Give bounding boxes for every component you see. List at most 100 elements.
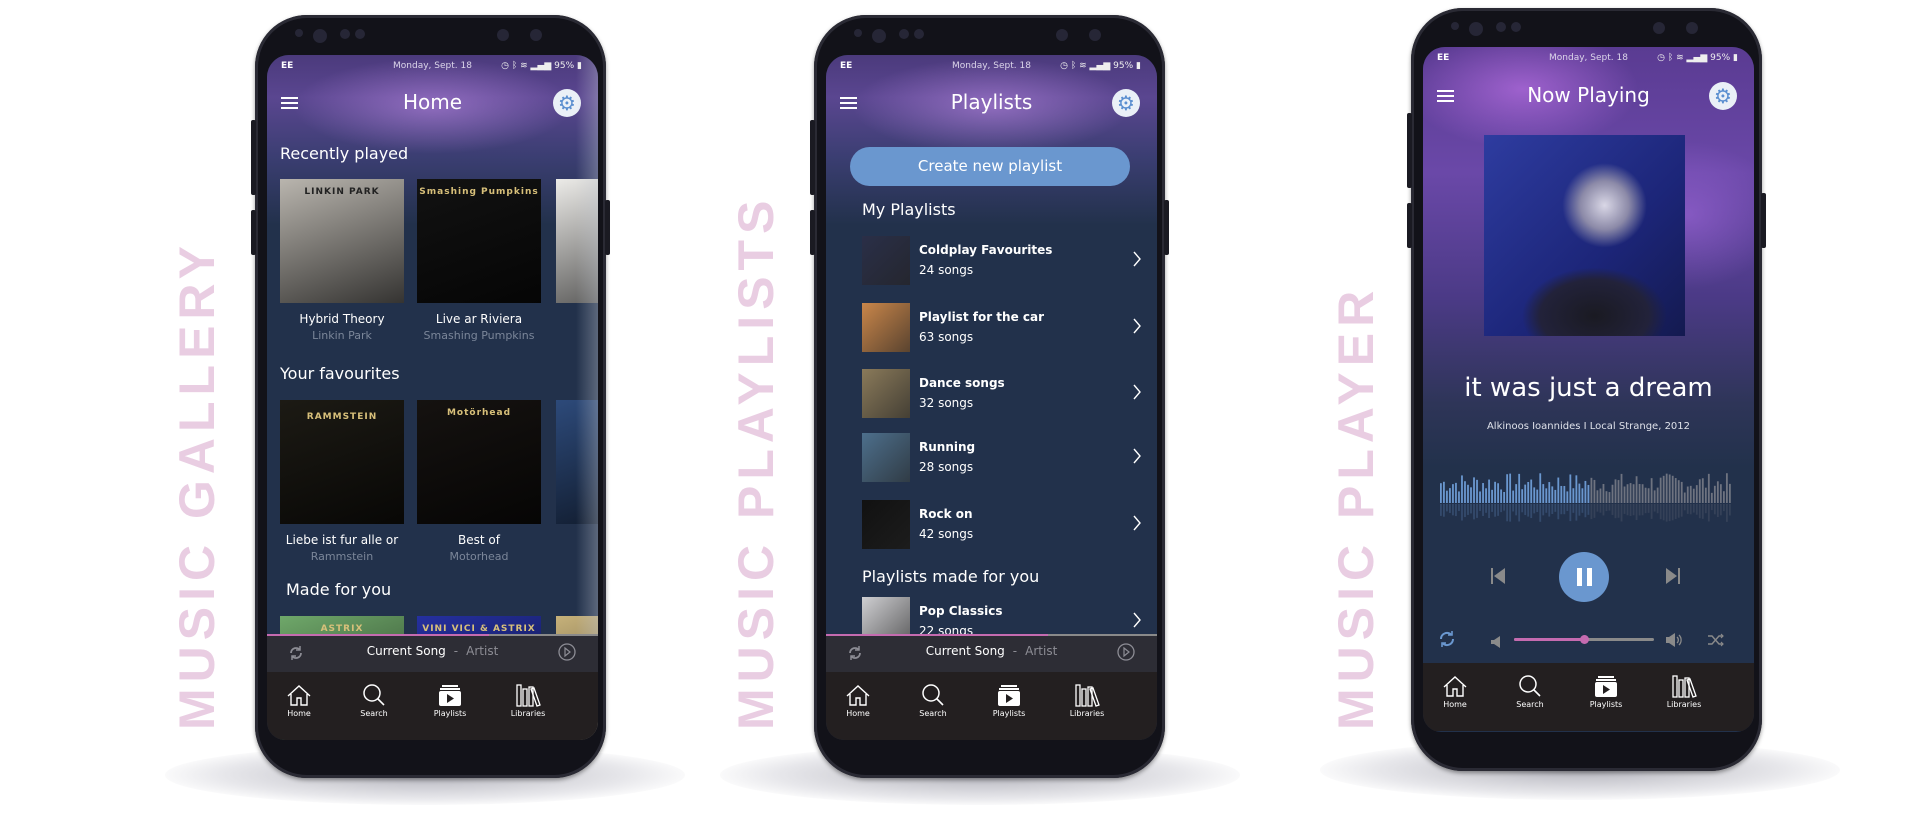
volume-mute-button[interactable] (1491, 633, 1501, 652)
volume-slider-handle[interactable] (1580, 635, 1589, 644)
waveform-reflection (1491, 504, 1493, 512)
sensor-dot (1056, 29, 1068, 41)
waveform-reflection (1527, 504, 1530, 517)
nav-search[interactable]: Search (1500, 673, 1560, 709)
waveform-reflection (1509, 504, 1512, 522)
wifi-icon: ≋ (520, 61, 531, 71)
nav-libraries[interactable]: Libraries (498, 682, 558, 718)
nav-libraries[interactable]: Libraries (1057, 682, 1117, 718)
album-cover[interactable]: RAMMSTEIN (280, 400, 404, 524)
volume-slider[interactable] (1514, 635, 1654, 644)
waveform-reflection (1710, 504, 1713, 511)
waveform-reflection (1725, 504, 1728, 522)
waveform-bar (1722, 491, 1725, 503)
waveform-bar-played (1554, 489, 1557, 503)
nav-search[interactable]: Search (344, 682, 404, 718)
playlist-item[interactable]: Dance songs 32 songs (862, 369, 1142, 418)
waveform-reflection (1719, 504, 1722, 516)
gear-icon: ⚙ (1714, 84, 1732, 108)
next-button[interactable] (1666, 568, 1680, 588)
sensor-dot (497, 29, 509, 41)
create-playlist-button[interactable]: Create new playlist (850, 147, 1130, 186)
waveform-bar (1641, 484, 1644, 503)
playlist-item[interactable]: Rock on 42 songs (862, 500, 1142, 549)
settings-button[interactable]: ⚙ (1112, 89, 1140, 117)
waveform-reflection (1536, 504, 1539, 513)
album-cover[interactable]: LINKIN PARK (280, 179, 404, 303)
waveform-bar-played (1464, 481, 1466, 503)
playlist-item[interactable]: Coldplay Favourites 24 songs (862, 236, 1142, 285)
playlist-item[interactable]: Playlist for the car 63 songs (862, 303, 1142, 352)
bluetooth-icon: ᛒ (1667, 53, 1677, 63)
chevron-right-button[interactable] (1132, 250, 1142, 272)
waveform-bar-played (1473, 477, 1475, 503)
mini-progress-bar[interactable] (267, 634, 598, 636)
waveform-reflection (1446, 504, 1448, 512)
chevron-right-button[interactable] (1132, 447, 1142, 469)
waveform-bar-played (1557, 477, 1560, 503)
playlist-thumbnail (862, 433, 910, 482)
nav-home[interactable]: Home (1425, 673, 1485, 709)
battery-icon: ▮ (1133, 61, 1141, 71)
waveform-reflection (1461, 504, 1463, 521)
waveform-bar-played (1443, 481, 1445, 503)
mini-now-playing[interactable]: Current Song - Artist (267, 644, 598, 658)
nav-playlists[interactable]: Playlists (1576, 673, 1636, 709)
waveform-reflection (1524, 504, 1527, 516)
waveform-reflection (1494, 504, 1496, 517)
chevron-right-button[interactable] (1132, 317, 1142, 339)
skip-previous-icon (1491, 568, 1505, 584)
album-title[interactable]: Hybrid Theory (272, 312, 412, 326)
chevron-right-button[interactable] (1132, 383, 1142, 405)
nav-home[interactable]: Home (828, 682, 888, 718)
album-cover[interactable]: Smashing Pumpkins (417, 179, 541, 303)
waveform-bar (1608, 492, 1611, 503)
waveform-reflection (1563, 504, 1566, 515)
sensor-dot (295, 29, 303, 37)
waveform-reflection (1638, 504, 1641, 516)
mini-player[interactable]: Current Song - Artist (826, 634, 1157, 672)
mini-player[interactable]: Current Song - Artist (267, 634, 598, 672)
cover-lettering: RAMMSTEIN (306, 412, 378, 422)
waveform-seekbar[interactable] (1440, 473, 1732, 523)
waveform-bar-played (1458, 491, 1460, 503)
mini-progress-bar[interactable] (826, 634, 1157, 636)
nav-playlists[interactable]: Playlists (979, 682, 1039, 718)
nav-playlists[interactable]: Playlists (420, 682, 480, 718)
volume-max-button[interactable] (1666, 632, 1682, 651)
chevron-right-button[interactable] (1132, 611, 1142, 633)
pause-button[interactable] (1559, 552, 1609, 602)
waveform-bar-played (1584, 480, 1587, 503)
waveform-bar-played (1566, 491, 1569, 503)
waveform-bar-played (1482, 483, 1484, 503)
volume-button (810, 120, 815, 195)
power-button (605, 200, 610, 255)
waveform-reflection (1686, 504, 1689, 514)
nav-libraries[interactable]: Libraries (1654, 673, 1714, 709)
nav-home[interactable]: Home (269, 682, 329, 718)
waveform-bar-played (1488, 479, 1490, 503)
waveform-reflection (1605, 504, 1608, 512)
mini-play-button[interactable] (558, 643, 576, 665)
chevron-right-button[interactable] (1132, 514, 1142, 536)
nav-search[interactable]: Search (903, 682, 963, 718)
waveform-reflection (1656, 504, 1659, 514)
mini-now-playing[interactable]: Current Song - Artist (826, 644, 1157, 658)
waveform-bar-played (1497, 483, 1500, 503)
album-cover[interactable]: Motörhead (417, 400, 541, 524)
waveform-reflection (1647, 504, 1650, 513)
battery-label: 95% (1710, 53, 1731, 63)
album-title[interactable]: Best of (409, 533, 549, 547)
previous-button[interactable] (1491, 568, 1505, 588)
album-title[interactable]: Live ar Riviera (409, 312, 549, 326)
waveform-reflection (1632, 504, 1635, 516)
repeat-button[interactable] (1438, 630, 1456, 652)
album-title[interactable]: Liebe ist fur alle or (272, 533, 412, 547)
chevron-right-icon (1133, 251, 1141, 267)
playlist-item[interactable]: Running 28 songs (862, 433, 1142, 482)
settings-button[interactable]: ⚙ (1709, 82, 1737, 110)
shuffle-button[interactable] (1708, 632, 1724, 651)
waveform-reflection (1440, 504, 1442, 516)
waveform-bar-played (1449, 488, 1451, 503)
mini-play-button[interactable] (1117, 643, 1135, 665)
